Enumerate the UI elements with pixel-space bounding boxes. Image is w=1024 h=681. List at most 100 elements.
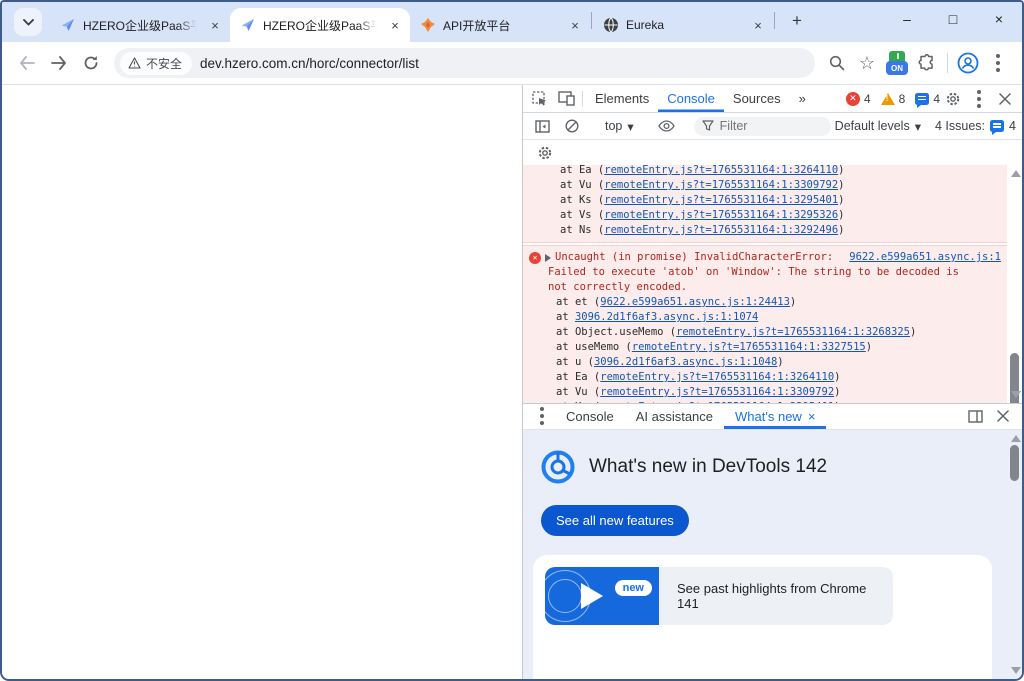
devtools-close-button[interactable] bbox=[992, 87, 1018, 111]
stack-frame-link[interactable]: remoteEntry.js?t=1765531164:1:3295326 bbox=[604, 209, 838, 221]
stack-frame: at Vu (remoteEntry.js?t=1765531164:1:330… bbox=[529, 178, 1001, 193]
stack-frame-link[interactable]: remoteEntry.js?t=1765531164:1:3268325 bbox=[676, 326, 910, 338]
scrollbar-thumb[interactable] bbox=[1010, 445, 1019, 481]
scroll-down-icon[interactable] bbox=[1011, 391, 1021, 398]
star-icon: ☆ bbox=[859, 53, 875, 74]
error-message: Failed to execute 'atob' on 'Window': Th… bbox=[529, 265, 981, 295]
bookmark-button[interactable]: ☆ bbox=[853, 49, 881, 77]
drawer-scrollbar[interactable] bbox=[1008, 431, 1021, 679]
issues-counter[interactable]: 4 Issues: 4 bbox=[935, 119, 1018, 133]
drawer-close-button[interactable] bbox=[990, 404, 1016, 428]
tab-close-icon[interactable]: × bbox=[566, 16, 584, 34]
clear-console-button[interactable] bbox=[559, 114, 585, 138]
scroll-down-icon[interactable] bbox=[1011, 667, 1021, 674]
stack-frame-link[interactable]: 9622.e599a651.async.js:1:24413 bbox=[600, 296, 790, 308]
console-settings-button[interactable] bbox=[532, 141, 558, 165]
devtools-menu-button[interactable] bbox=[966, 87, 992, 111]
stack-frame: at Ks (remoteEntry.js?t=1765531164:1:329… bbox=[529, 193, 1001, 208]
context-selector[interactable]: top ▾ bbox=[599, 119, 640, 134]
stack-frame-link[interactable]: remoteEntry.js?t=1765531164:1:3264110 bbox=[600, 371, 834, 383]
stack-frame-link[interactable]: 3096.2d1f6af3.async.js:1:1048 bbox=[594, 356, 777, 368]
scroll-up-icon[interactable] bbox=[1011, 435, 1021, 442]
drawer-tab-ai-assistance[interactable]: AI assistance bbox=[625, 404, 724, 429]
back-button[interactable] bbox=[12, 48, 42, 78]
stack-frame-prefix: at useMemo ( bbox=[556, 341, 632, 353]
browser-window: HZERO企业级PaaS平台 × HZERO企业级PaaS平台 × API开放平… bbox=[0, 0, 1024, 681]
more-tabs-button[interactable]: » bbox=[790, 85, 815, 112]
extensions-button[interactable] bbox=[913, 49, 941, 77]
drawer-split-view-button[interactable] bbox=[962, 404, 988, 428]
tab-api-platform[interactable]: API开放平台 × bbox=[410, 8, 590, 42]
stack-frame-link[interactable]: remoteEntry.js?t=1765531164:1:3295401 bbox=[604, 194, 838, 206]
console-sidebar-toggle-button[interactable] bbox=[529, 114, 555, 138]
log-levels-selector[interactable]: Default levels ▾ bbox=[835, 119, 921, 134]
whats-new-title: What's new in DevTools 142 bbox=[589, 456, 827, 478]
forward-button[interactable] bbox=[44, 48, 74, 78]
see-all-new-features-button[interactable]: See all new features bbox=[541, 505, 689, 536]
warning-badge-icon[interactable] bbox=[881, 93, 895, 105]
stack-frame-prefix: at Vs ( bbox=[560, 209, 604, 221]
tab-sources[interactable]: Sources bbox=[724, 85, 790, 112]
tab-close-icon[interactable]: × bbox=[206, 16, 224, 34]
stack-trace-list: at Ea (remoteEntry.js?t=1765531164:1:326… bbox=[529, 165, 1001, 238]
proxy-extension-button[interactable]: ON bbox=[883, 49, 911, 77]
stack-frame-link[interactable]: remoteEntry.js?t=1765531164:1:3264110 bbox=[604, 165, 838, 176]
reload-icon bbox=[83, 55, 99, 71]
error-badge-icon[interactable]: ✕ bbox=[846, 92, 860, 106]
issues-count: 4 bbox=[1009, 119, 1016, 133]
new-tab-button[interactable]: + bbox=[784, 8, 810, 34]
minimize-button[interactable]: – bbox=[884, 2, 930, 42]
tab-hzero-1[interactable]: HZERO企业级PaaS平台 × bbox=[50, 8, 230, 42]
console-scrollbar[interactable] bbox=[1008, 166, 1021, 402]
close-window-button[interactable]: × bbox=[976, 2, 1022, 42]
drawer-menu-button[interactable] bbox=[529, 404, 555, 428]
stack-frame-link[interactable]: remoteEntry.js?t=1765531164:1:3292496 bbox=[604, 224, 838, 236]
issues-badge-icon[interactable] bbox=[915, 93, 929, 105]
stack-frame-suffix: ) bbox=[838, 165, 844, 176]
tab-console[interactable]: Console bbox=[658, 85, 724, 112]
video-thumbnail[interactable]: new bbox=[545, 567, 659, 625]
address-bar[interactable]: 不安全 dev.hzero.com.cn/horc/connector/list bbox=[114, 48, 815, 78]
tab-separator bbox=[774, 12, 775, 29]
kebab-menu-icon bbox=[540, 414, 544, 418]
tab-eureka[interactable]: Eureka × bbox=[593, 8, 773, 42]
inspect-element-button[interactable] bbox=[527, 87, 553, 111]
tab-close-icon[interactable]: × bbox=[386, 16, 404, 34]
back-arrow-icon bbox=[19, 56, 35, 70]
drawer-tab-close-icon[interactable]: × bbox=[808, 409, 816, 424]
stack-frame-suffix: ) bbox=[838, 179, 844, 191]
gear-icon bbox=[945, 91, 961, 107]
filter-input[interactable] bbox=[694, 117, 831, 136]
error-source-link[interactable]: 9622.e599a651.async.js:1 bbox=[849, 250, 1001, 265]
profile-button[interactable] bbox=[954, 49, 982, 77]
stack-frame-link[interactable]: 3096.2d1f6af3.async.js:1:1074 bbox=[575, 311, 758, 323]
live-expression-button[interactable] bbox=[654, 114, 680, 138]
tab-hzero-2-active[interactable]: HZERO企业级PaaS平台 × bbox=[230, 8, 410, 42]
stack-frame-link[interactable]: remoteEntry.js?t=1765531164:1:3309792 bbox=[604, 179, 838, 191]
devtools-settings-button[interactable] bbox=[940, 87, 966, 111]
maximize-button[interactable]: □ bbox=[930, 2, 976, 42]
stack-frame-link[interactable]: remoteEntry.js?t=1765531164:1:3309792 bbox=[600, 386, 834, 398]
content-area: Elements Console Sources » ✕ 4 8 4 bbox=[2, 85, 1022, 679]
stack-trace-list: at et (9622.e599a651.async.js:1:24413) a… bbox=[529, 295, 1001, 403]
console-output[interactable]: at Ea (remoteEntry.js?t=1765531164:1:326… bbox=[523, 165, 1022, 403]
security-chip[interactable]: 不安全 bbox=[120, 52, 192, 75]
tab-elements[interactable]: Elements bbox=[586, 85, 658, 112]
tab-close-icon[interactable]: × bbox=[749, 16, 767, 34]
kebab-menu-icon bbox=[996, 61, 1000, 65]
tab-search-button[interactable] bbox=[14, 8, 42, 36]
stack-frame: at 3096.2d1f6af3.async.js:1:1074 bbox=[529, 310, 1001, 325]
stack-frame-link[interactable]: remoteEntry.js?t=1765531164:1:3327515 bbox=[632, 341, 866, 353]
device-toolbar-button[interactable] bbox=[553, 87, 579, 111]
drawer-tab-whats-new[interactable]: What's new × bbox=[724, 404, 826, 429]
whats-new-header: What's new in DevTools 142 bbox=[541, 450, 992, 484]
browser-menu-button[interactable] bbox=[984, 49, 1012, 77]
error-count: 4 bbox=[864, 92, 871, 106]
expand-triangle-icon[interactable] bbox=[545, 254, 551, 262]
zoom-button[interactable] bbox=[823, 49, 851, 77]
drawer-tab-console[interactable]: Console bbox=[555, 404, 625, 429]
highlight-item[interactable]: new See past highlights from Chrome 141 bbox=[545, 567, 893, 625]
stack-frame-link[interactable]: remoteEntry.js?t=1765531164:1:3295401 bbox=[600, 401, 834, 403]
scroll-up-icon[interactable] bbox=[1011, 170, 1021, 177]
reload-button[interactable] bbox=[76, 48, 106, 78]
